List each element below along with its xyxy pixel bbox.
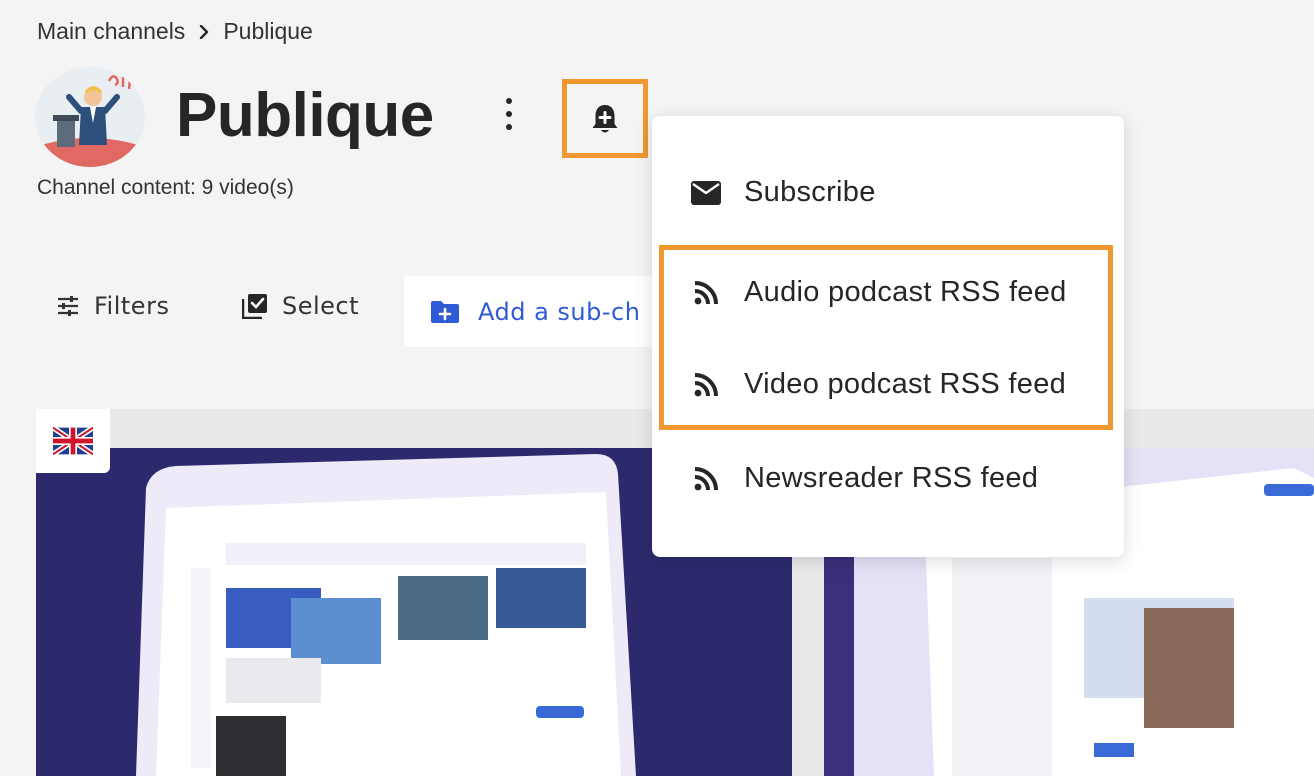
- select-button[interactable]: Select: [242, 292, 359, 320]
- chevron-right-icon: [197, 24, 211, 39]
- filters-button[interactable]: Filters: [56, 292, 169, 320]
- menu-item-newsreader-rss[interactable]: Newsreader RSS feed: [686, 462, 1038, 495]
- more-options-icon[interactable]: [498, 94, 520, 134]
- channel-avatar: [35, 67, 145, 167]
- add-sub-channel-button[interactable]: Add a sub-ch: [404, 276, 664, 347]
- menu-item-video-podcast-rss[interactable]: Video podcast RSS feed: [686, 368, 1066, 401]
- page-title: Publique: [176, 81, 434, 150]
- bell-plus-icon: [592, 104, 618, 132]
- menu-item-audio-podcast-rss[interactable]: Audio podcast RSS feed: [686, 276, 1067, 309]
- add-sub-channel-label: Add a sub-ch: [478, 297, 641, 326]
- menu-item-label: Newsreader RSS feed: [744, 462, 1039, 494]
- breadcrumb: Main channels Publique: [37, 18, 313, 45]
- page: Main channels Publique Publique Channel …: [0, 0, 1314, 776]
- notification-bell-button[interactable]: [562, 79, 648, 158]
- rss-icon: [686, 466, 726, 491]
- breadcrumb-current: Publique: [223, 18, 313, 44]
- rss-icon: [686, 280, 726, 305]
- filters-label: Filters: [94, 292, 170, 320]
- channel-content-count: Channel content: 9 video(s): [37, 176, 294, 199]
- envelope-icon: [686, 180, 726, 205]
- language-flag-icon: [36, 409, 110, 473]
- menu-item-subscribe[interactable]: Subscribe: [686, 176, 876, 209]
- folder-plus-icon: [431, 300, 459, 323]
- filters-icon: [58, 296, 78, 316]
- rss-icon: [686, 372, 726, 397]
- select-checkbox-icon: [242, 294, 267, 319]
- select-label: Select: [282, 292, 360, 320]
- breadcrumb-parent-link[interactable]: Main channels: [37, 18, 185, 45]
- menu-item-label: Video podcast RSS feed: [744, 368, 1067, 400]
- menu-item-label: Audio podcast RSS feed: [744, 276, 1067, 308]
- menu-item-label: Subscribe: [744, 176, 876, 208]
